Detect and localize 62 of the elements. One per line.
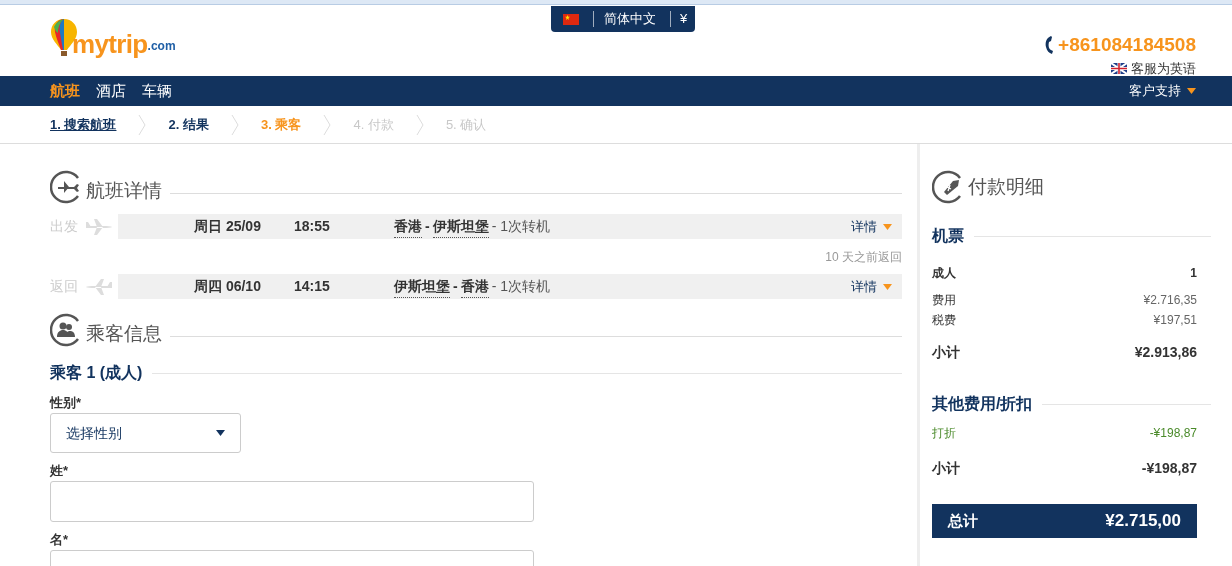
chevron-icon xyxy=(138,113,147,136)
price-value: ¥197,51 xyxy=(1153,312,1197,329)
total-value: ¥2.715,00 xyxy=(1105,510,1181,533)
section-title: 付款明细 xyxy=(968,174,1044,199)
logo[interactable]: mytrip.com xyxy=(50,17,176,57)
gender-dropdown[interactable]: 选择性别 xyxy=(50,413,241,453)
field-label: 名* xyxy=(50,532,70,548)
route-separator: - xyxy=(453,277,458,296)
caret-icon xyxy=(883,283,892,290)
china-flag-icon xyxy=(563,13,579,25)
price-value: -¥198,87 xyxy=(1141,458,1197,478)
flight-time: 14:15 xyxy=(294,277,331,296)
nav-tab[interactable]: 酒店 xyxy=(96,79,126,103)
origin-city: 伊斯坦堡 xyxy=(394,275,450,298)
price-label: 成人 xyxy=(932,265,956,282)
price-label: 税费 xyxy=(932,312,956,329)
price-value: -¥198,87 xyxy=(1149,425,1197,442)
flight-time: 18:55 xyxy=(294,217,331,236)
nav-tab[interactable]: 航班 xyxy=(50,79,80,103)
currency-selector[interactable]: ¥ xyxy=(680,9,688,29)
price-value: ¥2.716,35 xyxy=(1143,292,1197,309)
breakdown-heading: 机票 xyxy=(932,226,964,246)
flight-date: 周四 06/10 xyxy=(194,277,262,296)
passenger-title: 乘客 1 (成人) xyxy=(50,363,143,383)
route-separator: - xyxy=(425,217,430,236)
price-label: 小计 xyxy=(932,342,960,362)
nav-tab[interactable]: 车辆 xyxy=(142,79,172,103)
route-stops: - 1次转机 xyxy=(491,277,550,296)
language-selector[interactable]: 简体中文 xyxy=(604,9,656,29)
flight-date: 周日 25/09 xyxy=(194,217,262,236)
support-menu[interactable]: 客户支持 xyxy=(1129,81,1196,101)
route-stops: - 1次转机 xyxy=(491,217,550,236)
details-link[interactable]: 详情 xyxy=(851,276,892,297)
progress-step[interactable]: 1. 搜索航班 xyxy=(50,114,117,135)
return-note: 10 天之前返回 xyxy=(825,248,902,266)
destination-city: 香港 xyxy=(460,275,489,298)
progress-step: 3. 乘客 xyxy=(260,114,302,135)
progress-step: 2. 结果 xyxy=(168,114,209,135)
field-label: 性别* xyxy=(50,395,83,411)
price-label: 小计 xyxy=(932,458,960,478)
caret-icon xyxy=(883,223,892,230)
caret-icon xyxy=(1187,88,1196,94)
price-value: 1 xyxy=(1190,265,1197,282)
destination-city: 伊斯坦堡 xyxy=(432,215,489,238)
chevron-icon xyxy=(323,113,332,136)
chevron-icon xyxy=(415,113,424,136)
origin-city: 香港 xyxy=(394,215,422,238)
section-title: 乘客信息 xyxy=(86,324,162,343)
text-input-field[interactable] xyxy=(50,481,534,522)
price-label: 费用 xyxy=(932,292,956,309)
details-link[interactable]: 详情 xyxy=(851,216,892,237)
phone-icon xyxy=(1044,35,1055,56)
support-language: 客服为英语 xyxy=(1131,60,1196,78)
total-label: 总计 xyxy=(948,510,978,531)
breakdown-heading: 其他费用/折扣 xyxy=(932,394,1033,414)
price-label: 打折 xyxy=(932,425,956,442)
dropdown-caret-icon xyxy=(216,430,225,436)
phone-number: +861084184508 xyxy=(1058,33,1196,57)
price-value: ¥2.913,86 xyxy=(1134,342,1197,362)
section-title: 航班详情 xyxy=(86,181,162,200)
field-label: 姓* xyxy=(50,463,70,479)
chevron-icon xyxy=(230,113,239,136)
